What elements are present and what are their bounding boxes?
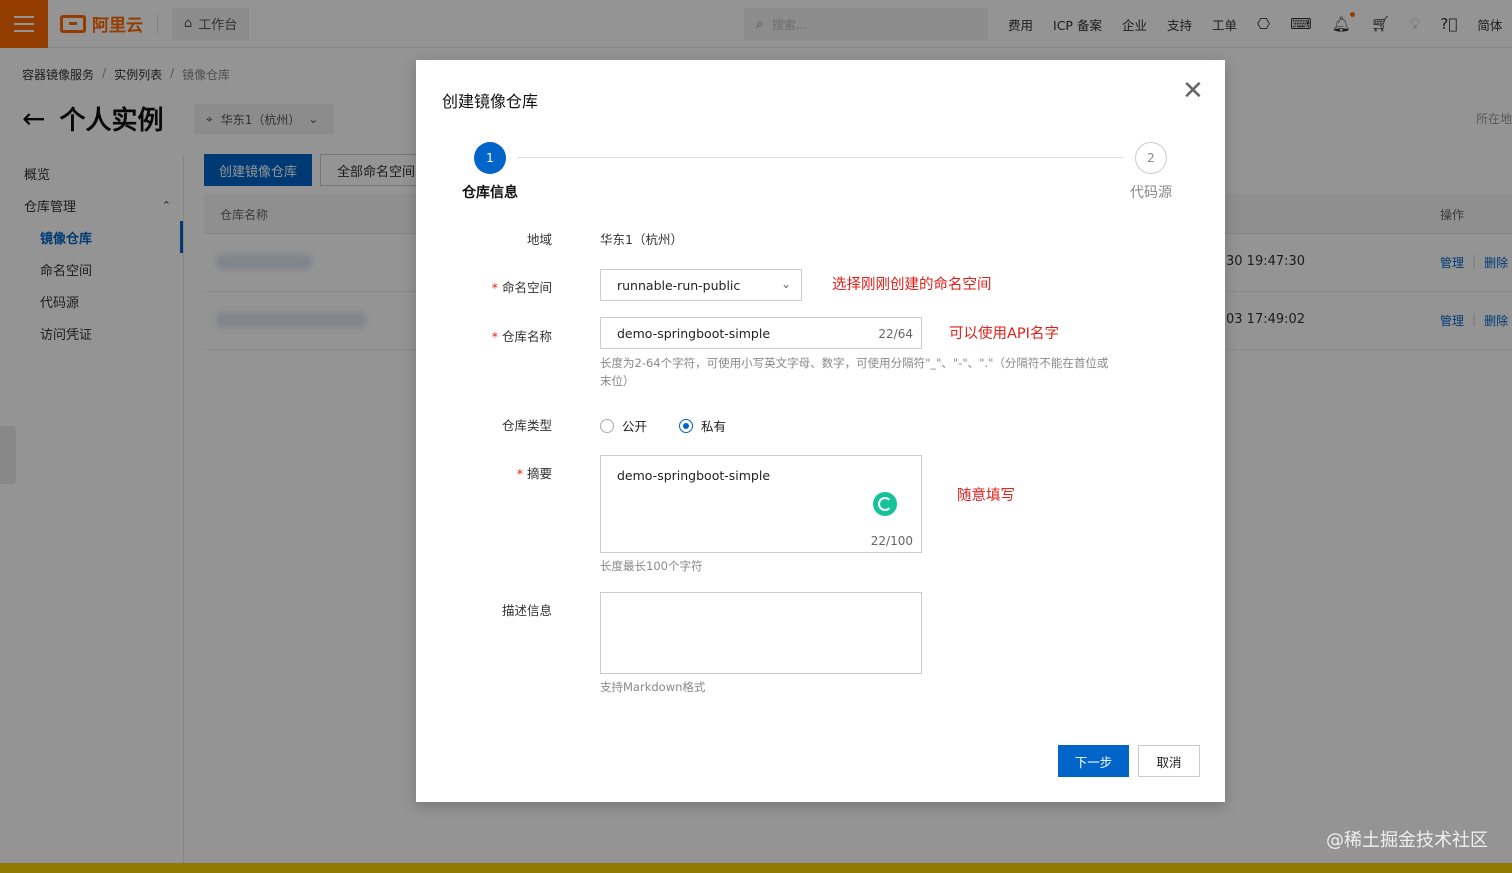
summary-count: 22/100 [870,534,913,548]
hint-line: 长度为2-64个字符，可使用小写英文字母、数字，可使用分隔符"_"、"-"、".… [600,356,1109,370]
summary-textarea[interactable]: demo-springboot-simple 22/100 [600,455,922,553]
label-text: 摘要 [526,466,552,481]
annotation-summary: 随意填写 [957,488,1015,504]
repo-type-label: 仓库类型 [501,418,552,433]
repo-name-label: 仓库名称 [432,326,552,345]
annotation-namespace: 选择刚刚创建的命名空间 [832,277,992,293]
hint-line: 末位） [600,374,635,388]
step-connector [518,157,1123,158]
grammarly-icon[interactable] [873,492,897,516]
radio-public-label[interactable]: 公开 [622,416,647,435]
label-text: 仓库名称 [501,329,552,344]
next-step-button[interactable]: 下一步 [1058,745,1129,777]
radio-private-label[interactable]: 私有 [701,416,726,435]
description-hint: 支持Markdown格式 [600,680,706,694]
repo-name-input[interactable]: demo-springboot-simple 22/64 [600,317,922,349]
annotation-repo-name: 可以使用API名字 [949,326,1059,342]
radio-private[interactable] [679,418,694,433]
repo-name-value: demo-springboot-simple [617,325,771,341]
region-label: 地域 [526,232,552,247]
cancel-button[interactable]: 取消 [1138,745,1200,777]
radio-public[interactable] [600,418,614,433]
step-2-indicator: 2 [1135,142,1167,174]
repo-name-count: 22/64 [878,327,913,341]
summary-label: 摘要 [432,463,552,482]
region-value: 华东1（杭州） [600,232,683,247]
chevron-down-icon: ⌄ [780,277,791,291]
dialog-title: 创建镜像仓库 [442,92,539,111]
step-2-label: 代码源 [1130,185,1172,201]
label-text: 命名空间 [501,280,552,295]
summary-value: demo-springboot-simple [617,468,771,483]
repo-name-hint: 长度为2-64个字符，可使用小写英文字母、数字，可使用分隔符"_"、"-"、".… [600,354,1160,390]
repo-type-radio-group: 公开 私有 [600,416,726,435]
watermark: @稀土掘金技术社区 [1326,830,1488,851]
description-label: 描述信息 [501,603,552,618]
description-textarea[interactable] [600,592,922,674]
namespace-label: 命名空间 [432,277,552,296]
summary-hint: 长度最长100个字符 [600,559,703,573]
step-1-indicator: 1 [474,142,506,174]
namespace-select[interactable]: runnable-run-public ⌄ [600,269,802,301]
close-icon[interactable]: ✕ [1182,76,1204,106]
create-repo-dialog: 创建镜像仓库 ✕ 1 2 仓库信息 代码源 地域 华东1（杭州） 命名空间 ru… [416,60,1225,802]
namespace-value: runnable-run-public [617,277,741,293]
step-1-label: 仓库信息 [462,185,518,201]
